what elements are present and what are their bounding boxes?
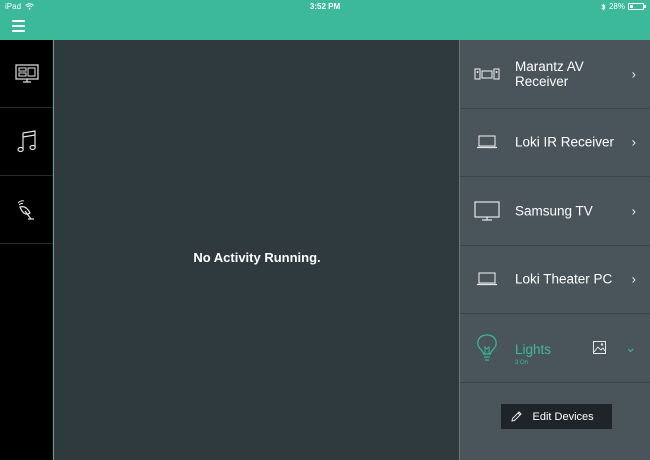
nav-item-music[interactable] [0,108,53,176]
device-name: Loki Theater PC [515,271,613,287]
av-receiver-icon [474,62,500,86]
device-name: Loki IR Receiver [515,134,615,150]
battery-percent: 28% [608,2,625,11]
bluetooth-icon [601,2,606,11]
left-nav [0,40,54,460]
chevron-right-icon: › [631,134,636,150]
pencil-icon [501,411,533,422]
tv-display-icon [14,63,39,83]
edit-devices-label: Edit Devices [532,410,594,423]
chevron-right-icon: › [631,203,636,219]
tv-icon [474,199,500,223]
device-row-loki-theater-pc[interactable]: Loki Theater PC › [460,246,650,314]
lights-status: 3 On [515,360,529,366]
app-header [0,14,650,40]
music-note-icon [16,129,36,152]
device-name: Samsung TV [515,203,593,219]
device-row-loki-ir[interactable]: Loki IR Receiver › [460,109,650,177]
hamburger-menu-icon[interactable] [12,20,25,32]
device-row-marantz[interactable]: Marantz AV Receiver › [460,40,650,109]
nav-item-watch-tv[interactable] [0,40,53,108]
satellite-dish-icon [17,199,34,220]
device-name: Marantz AV Receiver [515,58,584,89]
app-window: iPad 3:52 PM 28% No Activity Running. Ma… [0,0,650,460]
edit-devices-button[interactable]: Edit Devices [500,404,612,429]
status-time: 3:52 PM [309,2,341,11]
laptop-icon [474,267,500,291]
lightbulb-icon [474,334,500,361]
devices-panel: Marantz AV Receiver › Loki IR Receiver › [459,40,650,460]
no-activity-message: No Activity Running. [193,250,321,265]
nav-item-satellite[interactable] [0,176,53,244]
battery-fill [630,5,633,8]
chevron-right-icon: › [631,271,636,287]
activity-area: No Activity Running. [55,40,459,460]
device-row-lights[interactable]: Lights 3 On ⌄ [460,314,650,383]
scene-image-icon[interactable] [593,341,606,359]
laptop-icon [474,130,500,154]
edit-devices-wrap: Edit Devices [460,404,650,429]
chevron-right-icon: › [631,66,636,82]
status-right: 28% [601,2,646,11]
device-row-samsung-tv[interactable]: Samsung TV › [460,177,650,246]
battery-icon [628,3,646,10]
chevron-down-icon: ⌄ [625,340,636,355]
status-bar: iPad 3:52 PM 28% [0,0,650,14]
